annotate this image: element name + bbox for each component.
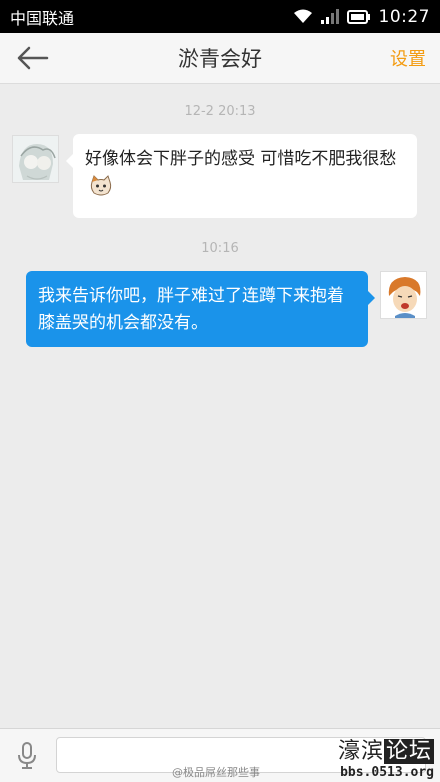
message-timestamp: 12-2 20:13 [184,104,256,119]
voice-input-button[interactable] [12,741,42,771]
status-icons: 10:27 [293,7,431,27]
message-text: 好像体会下胖子的感受 可惜吃不肥我很愁 [85,149,397,169]
cat-emoji-icon [90,175,112,196]
forum-watermark: 濠滨论坛 bbs.0513.org [322,733,434,780]
contact-avatar[interactable] [12,135,59,183]
microphone-icon [18,742,36,769]
message-timestamp: 10:16 [201,241,239,256]
user-avatar[interactable] [380,271,427,319]
status-bar: 中国联通 10:27 [0,0,440,33]
back-arrow-icon [17,46,49,70]
battery-icon [346,9,371,24]
chat-header: 淤青会好 设置 [0,33,440,84]
carrier-name: 中国联通 [10,8,75,28]
wifi-icon [293,9,313,24]
settings-button[interactable]: 设置 [390,45,426,71]
watermark-site-name: 濠滨论坛 [337,739,434,764]
signal-icon [320,9,339,24]
message-bubble-incoming[interactable]: 好像体会下胖子的感受 可惜吃不肥我很愁 [66,134,417,218]
back-button[interactable] [16,43,50,73]
anime-avatar-icon [13,136,58,182]
weibo-credit: @极品屌丝那些事 [172,766,260,779]
chat-title: 淤青会好 [178,47,262,71]
status-time: 10:27 [378,6,430,27]
message-bubble-outgoing[interactable]: 我来告诉你吧，胖子难过了连蹲下来抱着膝盖哭的机会都没有。 [26,271,375,347]
cartoon-avatar-icon [381,272,426,318]
watermark-site-url: bbs.0513.org [340,765,434,780]
message-text: 我来告诉你吧，胖子难过了连蹲下来抱着膝盖哭的机会都没有。 [38,286,344,333]
